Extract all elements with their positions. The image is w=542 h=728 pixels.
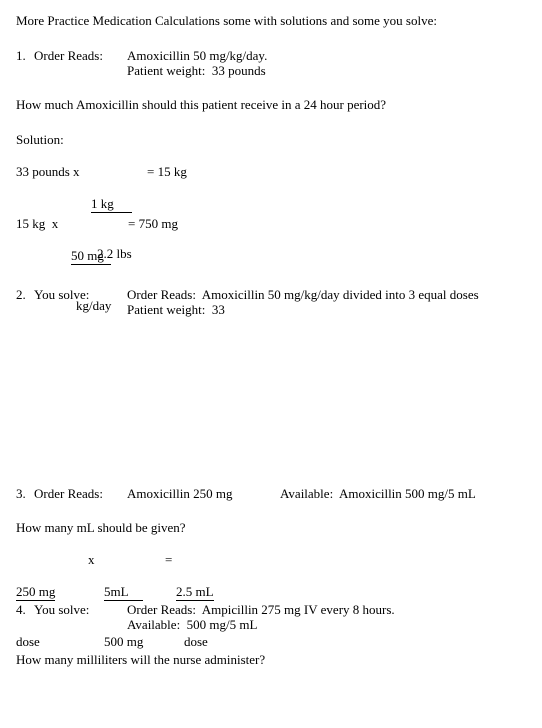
problem-3-fraction-2-numerator: 5mL [104,584,144,601]
solution-step-2-result: = 750 mg [128,216,178,231]
solution-step-1-result: = 15 kg [147,164,187,179]
problem-2-label: You solve: [34,287,90,302]
problem-3-label: Order Reads: [34,486,103,501]
problem-3-order-text: Amoxicillin 250 mg [127,486,233,501]
document-page: More Practice Medication Calculations so… [0,0,542,728]
problem-1-number: 1. [16,48,26,63]
problem-3-operator-multiply: x [88,552,95,567]
problem-4-question: How many milliliters will the nurse admi… [16,652,266,667]
problem-4-label: You solve: [34,602,90,617]
problem-4-number: 4. [16,602,26,617]
problem-3-question: How many mL should be given? [16,520,186,535]
solution-step-1-lead: 33 pounds x [16,164,83,179]
problem-1-label: Order Reads: [34,48,103,63]
problem-3-answer-numerator: 2.5 mL [176,584,214,601]
solution-step-2-numerator: 50 mg [71,248,112,265]
problem-1-order-line-2: Patient weight: 33 pounds [127,63,266,78]
page-title: More Practice Medication Calculations so… [16,13,437,28]
problem-3-answer-denominator: dose [184,634,208,649]
problem-3-fraction-1-denominator: dose [16,634,40,649]
problem-2-number: 2. [16,287,26,302]
problem-3-equals-sign: = [165,552,173,567]
problem-3-fraction-2-denominator: 500 mg [104,634,144,649]
solution-heading: Solution: [16,132,64,147]
problem-1-question: How much Amoxicillin should this patient… [16,97,387,112]
problem-2-order-line-1: Order Reads: Amoxicillin 50 mg/kg/day di… [127,287,479,302]
problem-2-answer-workspace [0,320,542,480]
problem-3-available-text: Available: Amoxicillin 500 mg/5 mL [280,486,476,501]
problem-3-number: 3. [16,486,26,501]
solution-step-2-lead: 15 kg x [16,216,62,231]
problem-2-order-line-2: Patient weight: 33 [127,302,225,317]
problem-3-fraction-1-numerator: 250 mg [16,584,56,601]
problem-4-order-line-2: Available: 500 mg/5 mL [127,617,258,632]
solution-step-1-numerator: 1 kg [91,196,132,213]
problem-4-order-line-1: Order Reads: Ampicillin 275 mg IV every … [127,602,395,617]
problem-1-order-line-1: Amoxicillin 50 mg/kg/day. [127,48,268,63]
